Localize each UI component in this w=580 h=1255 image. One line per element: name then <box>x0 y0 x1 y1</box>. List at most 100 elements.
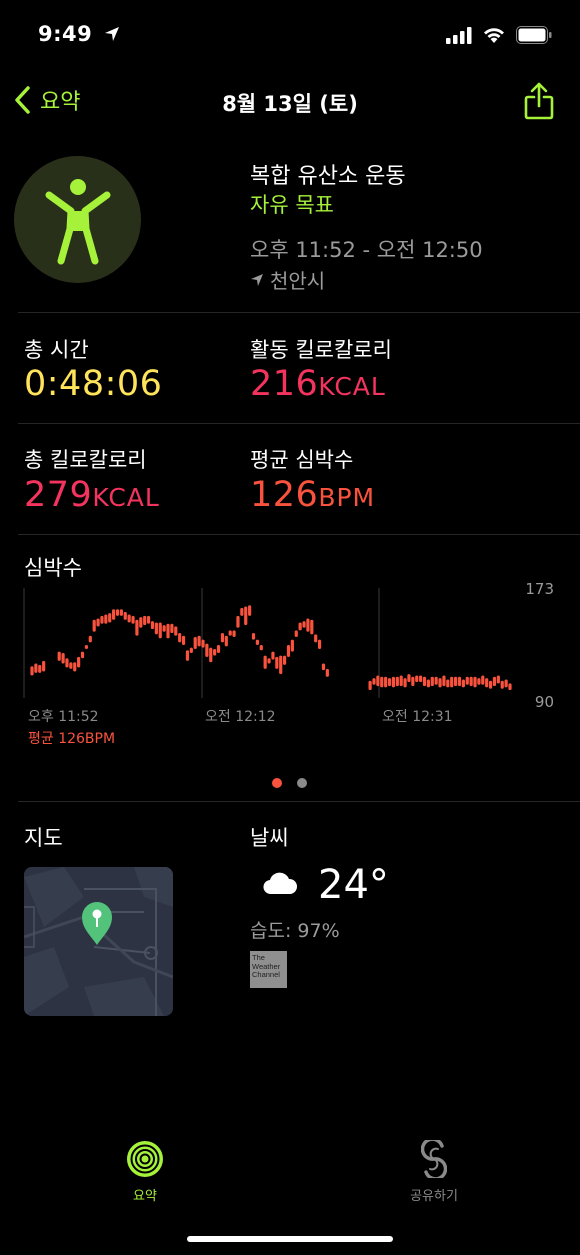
page-dot-active[interactable] <box>272 778 282 788</box>
avg-hr-label: 평균 심박수 <box>250 448 354 472</box>
weather-label: 날씨 <box>250 826 289 850</box>
hr-bar <box>395 676 399 687</box>
activity-rings-icon <box>127 1141 163 1177</box>
hr-bar <box>216 644 221 653</box>
hr-bar <box>380 676 384 688</box>
workout-name: 복합 유산소 운동 <box>250 164 406 189</box>
hr-bar <box>224 635 228 647</box>
hr-bar <box>434 676 438 685</box>
divider <box>18 801 580 802</box>
hr-bar <box>220 633 225 643</box>
hr-bar <box>302 621 306 628</box>
hr-bar <box>240 607 244 616</box>
y-tick-label: 90 <box>535 693 554 711</box>
location-label: 천안시 <box>270 269 326 293</box>
page-indicator[interactable] <box>272 778 307 788</box>
hr-bar <box>450 676 454 688</box>
hr-bar <box>465 676 469 685</box>
hr-bar <box>267 658 271 664</box>
hr-bar <box>298 622 302 631</box>
hr-bar <box>283 655 287 665</box>
hr-bar <box>259 644 263 651</box>
hr-bar <box>232 630 236 638</box>
hr-bar <box>419 675 423 683</box>
hr-bar <box>263 655 267 669</box>
hr-bar <box>162 625 166 632</box>
hr-bar <box>170 623 174 634</box>
hr-bar <box>189 647 193 653</box>
share-button[interactable] <box>524 82 554 124</box>
hr-bar <box>399 675 403 687</box>
hr-bar <box>271 651 275 660</box>
hr-bar <box>294 630 298 638</box>
hr-bar <box>488 680 493 689</box>
hr-bar <box>166 623 170 639</box>
hr-bar <box>115 609 120 616</box>
hr-bar <box>228 630 232 636</box>
hr-bar <box>80 651 85 659</box>
hr-bar <box>205 643 209 657</box>
hr-bar <box>88 635 92 643</box>
hr-bar <box>73 662 77 672</box>
hr-bar <box>92 619 96 632</box>
hr-bar <box>57 651 61 661</box>
hr-bar <box>317 639 322 649</box>
hr-bar <box>279 655 283 675</box>
hr-bar <box>77 656 81 668</box>
hr-bar <box>325 668 329 677</box>
hr-bar <box>496 675 500 684</box>
location-arrow-icon <box>105 27 120 41</box>
hr-bar <box>65 658 69 668</box>
hr-bar <box>84 644 89 649</box>
hr-bar <box>411 676 415 687</box>
total-time-value: 0:48:06 <box>24 364 163 404</box>
heart-rate-chart: 173 90 오후 11:52 오전 12:12 오전 12:31 <box>23 580 554 725</box>
hr-bar <box>174 626 178 636</box>
hr-bar <box>504 679 508 688</box>
active-kcal-value: 216KCAL <box>250 364 386 404</box>
hr-bar <box>127 614 131 623</box>
wifi-icon <box>484 28 504 43</box>
page-dot[interactable] <box>297 778 307 788</box>
weather-channel-logo: The Weather Channel <box>250 951 287 988</box>
hr-bar <box>492 676 497 687</box>
hr-bar <box>108 613 112 623</box>
hr-bar <box>213 648 217 656</box>
active-kcal-label: 활동 킬로칼로리 <box>250 338 392 362</box>
x-tick-label: 오후 11:52 <box>28 709 99 725</box>
hr-bar <box>286 644 291 657</box>
hr-bar <box>104 614 108 624</box>
hr-bar <box>251 633 256 640</box>
workout-time-range: 오후 11:52 - 오전 12:50 <box>250 238 483 262</box>
hr-bar <box>178 633 182 643</box>
hr-bar <box>38 664 42 673</box>
hr-bar <box>181 635 186 645</box>
workout-goal: 자유 목표 <box>250 193 334 217</box>
tab-sharing[interactable]: 공유하기 <box>400 1137 468 1204</box>
hr-bar <box>185 650 190 661</box>
hr-bar <box>321 663 326 671</box>
hr-bar <box>415 675 419 683</box>
hr-bar <box>500 680 504 689</box>
sharing-icon <box>420 1137 448 1181</box>
hr-bar <box>461 679 465 688</box>
hr-bar <box>244 606 248 626</box>
route-map[interactable] <box>24 867 173 1016</box>
hr-bar <box>201 639 205 648</box>
total-time-label: 총 시간 <box>24 338 89 362</box>
hr-bar <box>275 656 279 669</box>
hr-bar <box>368 680 372 691</box>
hr-bar <box>457 676 462 687</box>
home-indicator <box>187 1236 393 1242</box>
hr-bar <box>119 609 123 616</box>
hr-bar <box>30 666 34 676</box>
hr-bar <box>112 609 116 620</box>
hr-bar <box>100 615 104 624</box>
hr-bar <box>477 678 481 685</box>
person-arms-up-icon <box>45 178 110 264</box>
hr-bar <box>193 637 197 649</box>
hr-bar <box>150 621 155 630</box>
tab-summary[interactable]: 요약 <box>116 1140 174 1204</box>
total-kcal-value: 279KCAL <box>24 475 160 515</box>
cellular-signal-icon <box>446 26 472 44</box>
